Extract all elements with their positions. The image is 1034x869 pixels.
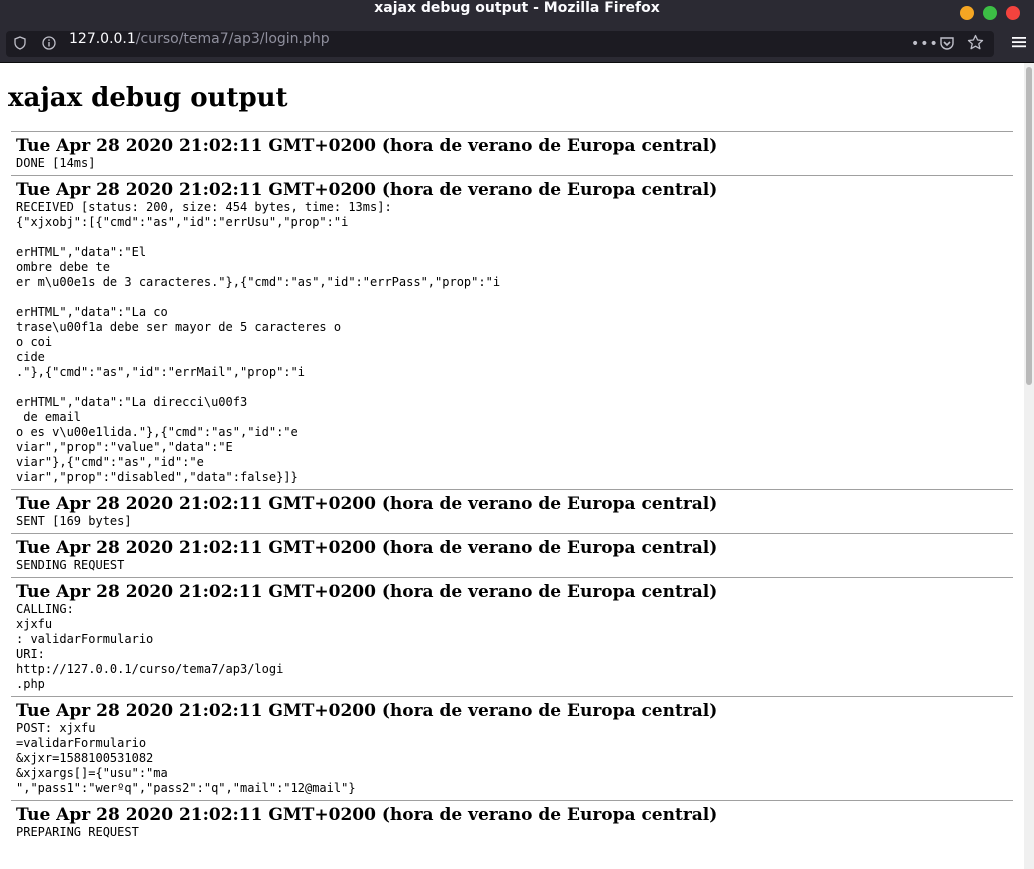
entry-body: POST: xjxfu =validarFormulario &xjxr=158…: [16, 721, 356, 795]
debug-entry: Tue Apr 28 2020 21:02:11 GMT+0200 (hora …: [11, 696, 1013, 800]
hamburger-menu-icon[interactable]: [1012, 34, 1026, 54]
page-title: xajax debug output: [8, 83, 288, 113]
minimize-button[interactable]: [960, 6, 974, 20]
vertical-scrollbar[interactable]: [1024, 63, 1034, 869]
entry-body: DONE [14ms]: [16, 156, 96, 170]
debug-entries: Tue Apr 28 2020 21:02:11 GMT+0200 (hora …: [11, 131, 1013, 844]
entry-timestamp: Tue Apr 28 2020 21:02:11 GMT+0200 (hora …: [16, 701, 718, 721]
entry-body: SENT [169 bytes]: [16, 514, 132, 528]
entry-timestamp: Tue Apr 28 2020 21:02:11 GMT+0200 (hora …: [16, 582, 718, 602]
debug-entry: Tue Apr 28 2020 21:02:11 GMT+0200 (hora …: [11, 175, 1013, 489]
url-host: 127.0.0.1: [69, 31, 136, 47]
maximize-button[interactable]: [983, 6, 997, 20]
debug-entry: Tue Apr 28 2020 21:02:11 GMT+0200 (hora …: [11, 533, 1013, 577]
debug-entry: Tue Apr 28 2020 21:02:11 GMT+0200 (hora …: [11, 489, 1013, 533]
entry-body: PREPARING REQUEST: [16, 825, 139, 839]
entry-timestamp: Tue Apr 28 2020 21:02:11 GMT+0200 (hora …: [16, 538, 718, 558]
window-title: xajax debug output - Mozilla Firefox: [374, 0, 660, 16]
more-dots-icon[interactable]: •••: [911, 36, 939, 52]
entry-body: RECEIVED [status: 200, size: 454 bytes, …: [16, 200, 501, 484]
url-bar[interactable]: 127.0.0.1/curso/tema7/ap3/login.php •••: [6, 31, 994, 57]
entry-timestamp: Tue Apr 28 2020 21:02:11 GMT+0200 (hora …: [16, 136, 718, 156]
window-controls: [960, 6, 1020, 20]
page-viewport: xajax debug output Tue Apr 28 2020 21:02…: [0, 63, 1024, 869]
navigation-toolbar: 127.0.0.1/curso/tema7/ap3/login.php •••: [0, 27, 1034, 63]
url-path: /curso/tema7/ap3/login.php: [135, 31, 330, 47]
debug-entry: Tue Apr 28 2020 21:02:11 GMT+0200 (hora …: [11, 131, 1013, 175]
entry-timestamp: Tue Apr 28 2020 21:02:11 GMT+0200 (hora …: [16, 494, 718, 514]
window-titlebar: xajax debug output - Mozilla Firefox: [0, 0, 1034, 27]
debug-entry: Tue Apr 28 2020 21:02:11 GMT+0200 (hora …: [11, 577, 1013, 696]
entry-body: SENDING REQUEST: [16, 558, 125, 572]
entry-timestamp: Tue Apr 28 2020 21:02:11 GMT+0200 (hora …: [16, 805, 718, 825]
close-button[interactable]: [1006, 6, 1020, 20]
info-icon[interactable]: [42, 36, 56, 55]
scrollbar-thumb[interactable]: [1026, 67, 1032, 385]
pocket-icon[interactable]: [939, 36, 955, 56]
entry-body: CALLING: xjxfu : validarFormulario URI: …: [16, 602, 284, 691]
entry-timestamp: Tue Apr 28 2020 21:02:11 GMT+0200 (hora …: [16, 180, 718, 200]
shield-icon[interactable]: [14, 36, 26, 55]
star-icon[interactable]: [967, 34, 984, 56]
url-text[interactable]: 127.0.0.1/curso/tema7/ap3/login.php: [69, 31, 330, 47]
debug-entry: Tue Apr 28 2020 21:02:11 GMT+0200 (hora …: [11, 800, 1013, 844]
